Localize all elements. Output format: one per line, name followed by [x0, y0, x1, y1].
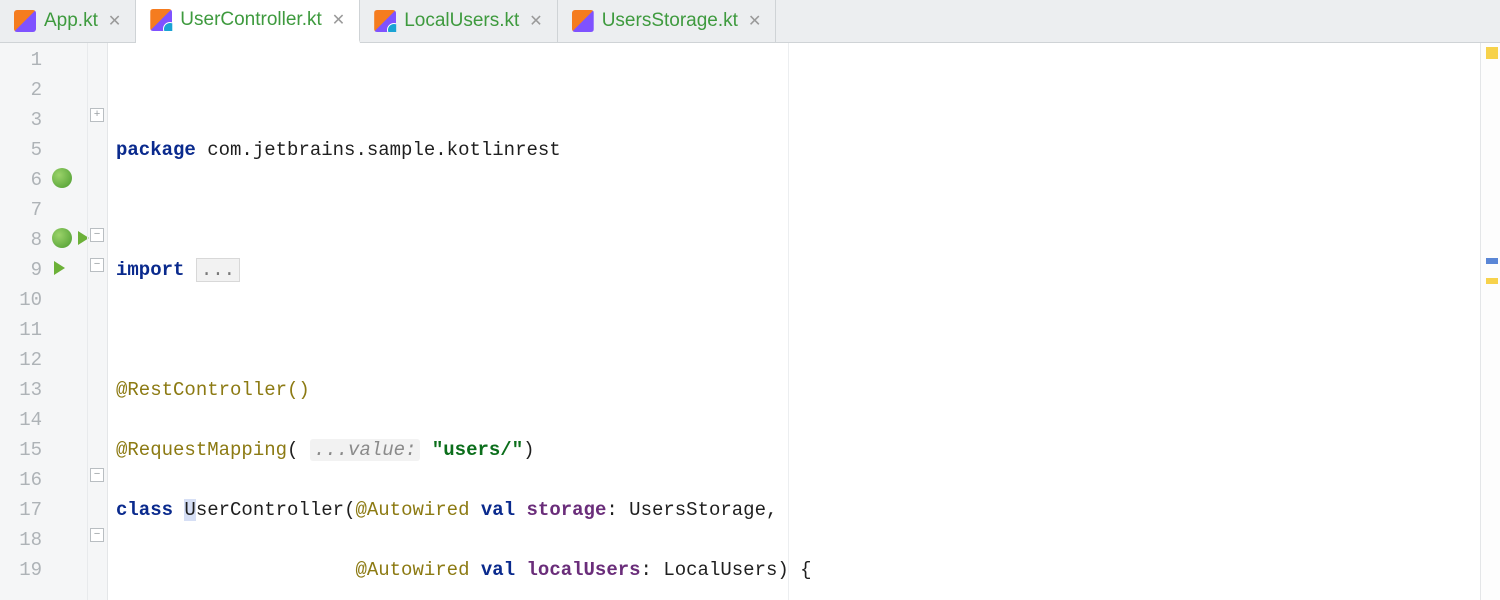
line-number: 10: [0, 285, 48, 315]
code-line: [116, 195, 1480, 225]
spring-bean-icon[interactable]: [52, 228, 72, 248]
spring-bean-icon[interactable]: [52, 168, 72, 188]
close-icon[interactable]: ✕: [748, 11, 761, 31]
fold-toggle-icon[interactable]: −: [90, 228, 104, 242]
line-number: 15: [0, 435, 48, 465]
line-number: 5: [0, 135, 48, 165]
gutter-icons: [48, 43, 87, 600]
fold-toggle-icon[interactable]: +: [90, 108, 104, 122]
code-line: package com.jetbrains.sample.kotlinrest: [116, 135, 1480, 165]
caret: U: [184, 499, 195, 521]
line-number: 2: [0, 75, 48, 105]
gutter: 1 2 3 5 6 7 8 9 10 11 12 13 14 15 16 17 …: [0, 43, 108, 600]
line-number: 8: [0, 225, 48, 255]
code-line: @RestController(): [116, 375, 1480, 405]
fold-toggle-icon[interactable]: −: [90, 528, 104, 542]
folded-imports[interactable]: ...: [196, 258, 240, 282]
close-icon[interactable]: ✕: [108, 11, 121, 31]
code-line: [116, 315, 1480, 345]
right-margin-guide: [788, 43, 789, 600]
tab-localusers[interactable]: LocalUsers.kt ✕: [360, 0, 558, 42]
line-number: 3: [0, 105, 48, 135]
code-area[interactable]: package com.jetbrains.sample.kotlinrest …: [108, 43, 1480, 600]
kotlin-file-icon: [572, 10, 594, 32]
line-number: 11: [0, 315, 48, 345]
line-number: 18: [0, 525, 48, 555]
line-number: 17: [0, 495, 48, 525]
tab-label: UserController.kt: [180, 9, 322, 31]
tab-app[interactable]: App.kt ✕: [0, 0, 136, 42]
nav-marker-icon[interactable]: [1486, 258, 1498, 264]
warning-marker-icon[interactable]: [1486, 47, 1498, 59]
kotlin-file-icon: [14, 10, 36, 32]
line-number: 16: [0, 465, 48, 495]
close-icon[interactable]: ✕: [332, 10, 345, 30]
line-number: 14: [0, 405, 48, 435]
parameter-hint: ...value:: [310, 439, 421, 461]
line-number: 7: [0, 195, 48, 225]
code-line: @RequestMapping( ...value: "users/"): [116, 435, 1480, 465]
line-number: 19: [0, 555, 48, 585]
navigate-icon[interactable]: [54, 261, 65, 275]
line-number: 9: [0, 255, 48, 285]
close-icon[interactable]: ✕: [529, 11, 542, 31]
fold-column: + − − − −: [87, 43, 107, 600]
kotlin-class-icon: [150, 9, 172, 31]
current-line-highlight: [108, 225, 1480, 255]
code-line: @Autowired val localUsers: LocalUsers) {: [116, 555, 1480, 585]
warning-marker-icon[interactable]: [1486, 278, 1498, 284]
line-number: 1: [0, 45, 48, 75]
line-numbers: 1 2 3 5 6 7 8 9 10 11 12 13 14 15 16 17 …: [0, 43, 48, 600]
line-number: 6: [0, 165, 48, 195]
line-number: 12: [0, 345, 48, 375]
tab-usersstorage[interactable]: UsersStorage.kt ✕: [558, 0, 777, 42]
fold-toggle-icon[interactable]: −: [90, 468, 104, 482]
line-number: 13: [0, 375, 48, 405]
tab-label: LocalUsers.kt: [404, 10, 519, 32]
fold-toggle-icon[interactable]: −: [90, 258, 104, 272]
tab-label: UsersStorage.kt: [602, 10, 738, 32]
code-line: import ...: [116, 255, 1480, 285]
code-line: class UserController(@Autowired val stor…: [116, 495, 1480, 525]
tab-bar: App.kt ✕ UserController.kt ✕ LocalUsers.…: [0, 0, 1500, 43]
inspection-stripe[interactable]: [1480, 43, 1500, 600]
kotlin-class-icon: [374, 10, 396, 32]
editor: 1 2 3 5 6 7 8 9 10 11 12 13 14 15 16 17 …: [0, 43, 1500, 600]
tab-label: App.kt: [44, 10, 98, 32]
tab-usercontroller[interactable]: UserController.kt ✕: [136, 0, 360, 43]
